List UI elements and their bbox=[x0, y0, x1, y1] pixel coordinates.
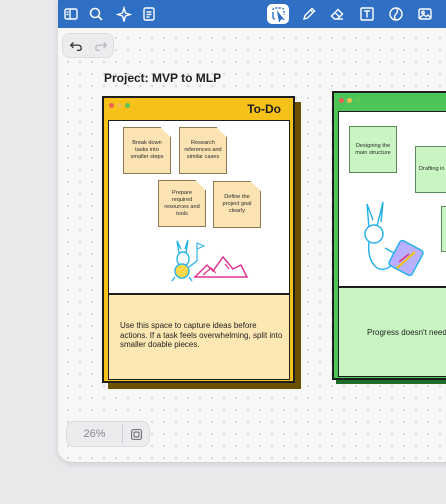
zoom-level[interactable]: 26% bbox=[67, 424, 123, 444]
board-caption: Use this space to capture ideas before a… bbox=[120, 321, 283, 349]
text-box-icon[interactable] bbox=[356, 4, 378, 24]
board-caption-area: Use this space to capture ideas before a… bbox=[108, 294, 290, 380]
minimap-icon[interactable] bbox=[123, 428, 149, 441]
sticky-note[interactable]: Designing the main structure bbox=[349, 126, 397, 173]
bunny-climbing-illustration bbox=[171, 239, 249, 282]
app-window: Project: MVP to MLP To-Do Break down tas… bbox=[58, 0, 446, 462]
search-icon[interactable] bbox=[85, 4, 107, 24]
todo-board[interactable]: To-Do Break down tasks into smaller step… bbox=[102, 96, 295, 383]
eraser-icon[interactable] bbox=[326, 4, 348, 24]
lasso-select-icon[interactable] bbox=[267, 4, 289, 24]
bunny-drawing-illustration bbox=[364, 201, 424, 277]
sidebar-icon[interactable] bbox=[60, 4, 82, 24]
history-controls bbox=[62, 33, 114, 58]
undo-icon[interactable] bbox=[63, 39, 88, 53]
window-dots bbox=[339, 98, 360, 103]
image-icon[interactable] bbox=[414, 4, 436, 24]
pen-icon[interactable] bbox=[298, 4, 320, 24]
canvas-title: Project: MVP to MLP bbox=[104, 71, 222, 85]
sparkle-icon[interactable] bbox=[113, 4, 135, 24]
board-caption-area: Progress doesn't need t bbox=[338, 287, 446, 377]
board-content-area: Break down tasks into smaller steps Rese… bbox=[108, 120, 290, 294]
sticky-note-partial[interactable] bbox=[441, 206, 446, 252]
board-content-area: Designing the main structure Drafting in… bbox=[338, 111, 446, 287]
zoom-controls: 26% bbox=[66, 421, 150, 447]
redo-icon[interactable] bbox=[88, 39, 113, 53]
window-dots bbox=[109, 103, 130, 108]
sticky-note[interactable]: Prepare required resources and tools bbox=[158, 180, 206, 227]
board-caption: Progress doesn't need t bbox=[367, 328, 446, 337]
board-title: To-Do bbox=[247, 102, 281, 116]
in-progress-board[interactable]: Designing the main structure Drafting in… bbox=[332, 91, 446, 380]
sticky-note[interactable]: Define the project goal clearly bbox=[213, 181, 261, 228]
shape-icon[interactable] bbox=[385, 4, 407, 24]
sticky-note[interactable]: Break down tasks into smaller steps bbox=[123, 127, 171, 174]
sticky-note[interactable]: Research references and similar cases bbox=[179, 127, 227, 174]
sticky-note[interactable]: Drafting in concepts bbox=[415, 146, 446, 193]
document-icon[interactable] bbox=[138, 4, 160, 24]
toolbar bbox=[58, 0, 446, 28]
